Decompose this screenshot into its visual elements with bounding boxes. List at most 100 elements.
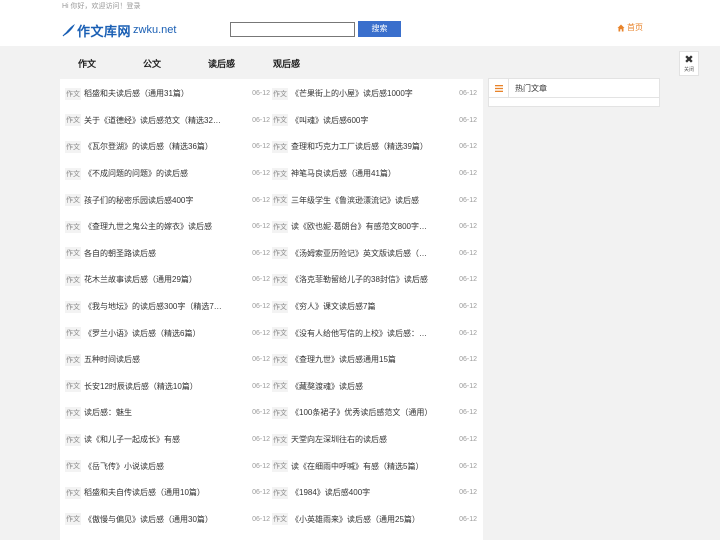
category-tag[interactable]: 作文	[65, 433, 81, 446]
category-tag[interactable]: 作文	[272, 220, 288, 233]
article-title-link[interactable]: 三年级学生《鲁滨逊漂流记》读后感	[291, 195, 433, 206]
article-title-link[interactable]: 《汤姆索亚历险记》英文版读后感（精选）	[291, 248, 433, 259]
article-date: 06-12	[252, 196, 270, 204]
article-title-link[interactable]: 花木兰故事读后感（通用29篇）	[84, 274, 226, 285]
article-item: 作文 《1984》读后感400字 06-12	[272, 480, 477, 507]
article-date: 06-12	[459, 196, 477, 204]
article-title-link[interactable]: 孩子们的秘密乐园读后感400字	[84, 195, 226, 206]
article-title-link[interactable]: 读《和儿子一起成长》有感	[84, 434, 226, 445]
article-title-link[interactable]: 《叫魂》读后感600字	[291, 115, 433, 126]
article-title-link[interactable]: 《我与地坛》的读后感300字（精选7篇）	[84, 301, 226, 312]
category-tag[interactable]: 作文	[65, 486, 81, 499]
article-item: 作文 长安12时辰读后感（精选10篇） 06-12	[65, 373, 270, 400]
article-title-link[interactable]: 《藏獒渡魂》读后感	[291, 381, 433, 392]
nav-item-gongwen[interactable]: 公文	[143, 57, 161, 70]
category-tag[interactable]: 作文	[272, 513, 288, 526]
category-tag[interactable]: 作文	[272, 433, 288, 446]
article-title-link[interactable]: 《1984》读后感400字	[291, 487, 433, 498]
article-title-link[interactable]: 各自的朝圣路读后感	[84, 248, 226, 259]
category-tag[interactable]: 作文	[272, 87, 288, 100]
article-date: 06-12	[459, 143, 477, 151]
article-date: 06-12	[459, 276, 477, 284]
category-tag[interactable]: 作文	[65, 87, 81, 100]
article-title-link[interactable]: 《岳飞传》小说读后感	[84, 461, 226, 472]
search-button[interactable]: 搜索	[358, 21, 401, 37]
nav-item-duhougan[interactable]: 读后感	[208, 57, 235, 70]
home-icon	[617, 24, 625, 31]
article-title-link[interactable]: 《小英雄雨来》读后感（通用25篇）	[291, 514, 433, 525]
article-item: 作文 《岳飞传》小说读后感 06-12	[65, 453, 270, 480]
article-date: 06-12	[252, 515, 270, 523]
article-title-link[interactable]: 《100条裙子》优秀读后感范文（通用）	[291, 407, 433, 418]
category-tag[interactable]: 作文	[65, 220, 81, 233]
category-tag[interactable]: 作文	[272, 273, 288, 286]
category-tag[interactable]: 作文	[65, 273, 81, 286]
article-title-link[interactable]: 《芒果街上的小屋》读后感1000字	[291, 88, 433, 99]
article-title-link[interactable]: 《查理九世之鬼公主的嫁衣》读后感	[84, 221, 226, 232]
category-tag[interactable]: 作文	[65, 114, 81, 127]
article-title-link[interactable]: 《不成问题的问题》的读后感	[84, 168, 226, 179]
category-tag[interactable]: 作文	[272, 380, 288, 393]
article-title-link[interactable]: 《傲慢与偏见》读后感（通用30篇）	[84, 514, 226, 525]
close-button[interactable]: ✖ 关闭	[679, 51, 699, 76]
article-date: 06-12	[459, 303, 477, 311]
article-title-link[interactable]: 《罗兰小语》读后感（精选6篇）	[84, 328, 226, 339]
article-title-link[interactable]: 长安12时辰读后感（精选10篇）	[84, 381, 226, 392]
article-title-link[interactable]: 五种时间读后感	[84, 354, 226, 365]
category-tag[interactable]: 作文	[65, 460, 81, 473]
article-title-link[interactable]: 读《在细雨中呼喊》有感（精选5篇）	[291, 461, 433, 472]
article-item: 作文 《汤姆索亚历险记》英文版读后感（精选） 06-12	[272, 240, 477, 267]
category-tag[interactable]: 作文	[65, 513, 81, 526]
nav-item-guanhougan[interactable]: 观后感	[273, 57, 300, 70]
category-tag[interactable]: 作文	[65, 300, 81, 313]
category-tag[interactable]: 作文	[65, 353, 81, 366]
category-tag[interactable]: 作文	[272, 353, 288, 366]
article-title-link[interactable]: 天堂向左深圳往右的读后感	[291, 434, 433, 445]
category-tag[interactable]: 作文	[272, 327, 288, 340]
article-list: 作文 稻盛和夫读后感（通用31篇） 06-12 作文 《芒果街上的小屋》读后感1000字…	[60, 79, 483, 540]
nav-item-zuowen[interactable]: 作文	[78, 57, 96, 70]
category-tag[interactable]: 作文	[272, 194, 288, 207]
greeting-text[interactable]: Hi 你好，欢迎访问！登录	[62, 1, 141, 11]
article-title-link[interactable]: 《洛克菲勒留给儿子的38封信》读后感	[291, 274, 433, 285]
article-row: 作文 关于《道德经》读后感范文（精选32篇） 06-12 作文 《叫魂》读后感600字 0…	[60, 107, 483, 134]
category-tag[interactable]: 作文	[272, 486, 288, 499]
category-tag[interactable]: 作文	[65, 140, 81, 153]
category-tag[interactable]: 作文	[272, 167, 288, 180]
article-title-link[interactable]: 《没有人给他写信的上校》读后感：读后感	[291, 328, 433, 339]
article-item: 作文 《小英雄雨来》读后感（通用25篇） 06-12	[272, 506, 477, 533]
article-title-link[interactable]: 关于《道德经》读后感范文（精选32篇）	[84, 115, 226, 126]
category-tag[interactable]: 作文	[272, 140, 288, 153]
category-tag[interactable]: 作文	[272, 300, 288, 313]
article-item: 作文 《傲慢与偏见》读后感（通用30篇） 06-12	[65, 506, 270, 533]
article-title-link[interactable]: 稻盛和夫自传读后感（通用10篇）	[84, 487, 226, 498]
article-title-link[interactable]: 稻盛和夫读后感（通用31篇）	[84, 88, 226, 99]
category-tag[interactable]: 作文	[272, 247, 288, 260]
category-tag[interactable]: 作文	[65, 406, 81, 419]
article-title-link[interactable]: 读后感：魅生	[84, 407, 226, 418]
article-date: 06-12	[459, 515, 477, 523]
article-title-link[interactable]: 读《欧也妮·葛朗台》有感范文800字作文	[291, 221, 433, 232]
category-tag[interactable]: 作文	[65, 194, 81, 207]
article-date: 06-12	[252, 303, 270, 311]
article-title-link[interactable]: 《瓦尔登湖》的读后感（精选36篇）	[84, 141, 226, 152]
article-item: 作文 读《在细雨中呼喊》有感（精选5篇） 06-12	[272, 453, 477, 480]
article-date: 06-12	[252, 409, 270, 417]
site-logo[interactable]: 作文库网 zwku.net	[62, 21, 176, 40]
article-date: 06-12	[252, 276, 270, 284]
article-title-link[interactable]: 查理和巧克力工厂读后感（精选39篇）	[291, 141, 433, 152]
article-row: 作文 稻盛和夫自传读后感（通用10篇） 06-12 作文 《1984》读后感400字 06…	[60, 480, 483, 507]
category-tag[interactable]: 作文	[272, 114, 288, 127]
article-title-link[interactable]: 《穷人》课文读后感7篇	[291, 301, 433, 312]
hot-articles-panel: 热门文章	[488, 78, 660, 107]
category-tag[interactable]: 作文	[272, 406, 288, 419]
article-title-link[interactable]: 神笔马良读后感（通用41篇）	[291, 168, 433, 179]
search-input[interactable]	[230, 22, 355, 37]
category-tag[interactable]: 作文	[65, 327, 81, 340]
home-link[interactable]: 首页	[617, 22, 643, 33]
category-tag[interactable]: 作文	[65, 247, 81, 260]
category-tag[interactable]: 作文	[65, 380, 81, 393]
category-tag[interactable]: 作文	[272, 460, 288, 473]
article-title-link[interactable]: 《查理九世》读后感通用15篇	[291, 354, 433, 365]
category-tag[interactable]: 作文	[65, 167, 81, 180]
